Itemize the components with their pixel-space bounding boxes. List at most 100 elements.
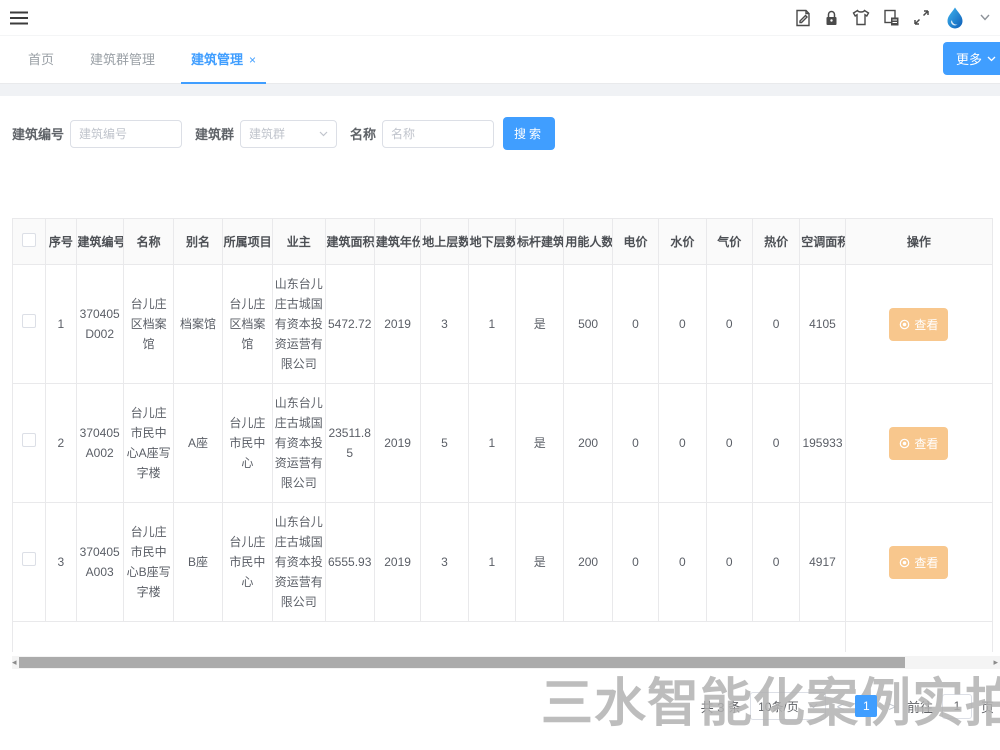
building-group-select[interactable]: 建筑群 [240,120,337,148]
name-label: 名称 [350,124,376,143]
table-cell: 1 [468,384,515,503]
column-header: 名称 [123,219,173,265]
table-cell: 山东台儿庄古城国有资本投资运营有限公司 [273,384,325,503]
scrollbar-thumb[interactable] [19,657,905,668]
next-page-button[interactable]: > [886,699,898,714]
tab-close-icon[interactable]: × [249,53,256,67]
row-checkbox[interactable] [22,314,36,328]
table-cell: 0 [659,503,706,622]
table-cell: 台儿庄区档案馆 [222,265,272,384]
building-no-label: 建筑编号 [12,124,64,143]
table-cell: 2 [46,384,76,503]
table-cell: 370405A003 [76,503,123,622]
page-size-select[interactable]: 10条/页 [750,692,826,720]
tab-building-group[interactable]: 建筑群管理 [72,49,173,83]
table-cell: A座 [174,384,222,503]
select-all-checkbox[interactable] [22,233,36,247]
name-input[interactable] [382,120,494,148]
app-logo-icon[interactable] [943,6,967,30]
table-cell: 台儿庄区档案馆 [123,265,173,384]
search-form: 建筑编号 建筑群 建筑群 名称 搜索 [12,117,1000,150]
scroll-left-icon[interactable]: ◂ [12,656,17,669]
table-cell: 5472.72 [325,265,374,384]
row-actions-cell: 查看 [845,384,992,503]
table-cell: 台儿庄市民中心 [222,384,272,503]
horizontal-scrollbar[interactable]: ◂ ▸ [12,656,1000,669]
row-checkbox[interactable] [22,552,36,566]
table-cell: 23511.85 [325,384,374,503]
table-cell: 3 [421,265,468,384]
table-cell: 台儿庄市民中心A座写字楼 [123,384,173,503]
table-cell: 1 [468,503,515,622]
tab-label: 首页 [28,52,54,67]
tab-label: 建筑管理 [191,52,243,67]
total-count-label: 共 3 条 [701,697,741,716]
column-header: 地上层数 [421,219,468,265]
fullscreen-icon[interactable] [913,9,930,26]
table-cell: 4917 [800,503,845,622]
more-button[interactable]: 更多 [943,42,1000,75]
building-group-label: 建筑群 [195,124,234,143]
goto-unit-label: 页 [981,697,994,716]
page-size-label: 10条/页 [758,698,799,715]
chevron-down-icon [809,703,818,709]
table-cell: 200 [564,384,612,503]
column-header: 序号 [46,219,76,265]
column-header: 水价 [659,219,706,265]
table-row: 3370405A003台儿庄市民中心B座写字楼B座台儿庄市民中心山东台儿庄古城国… [13,503,993,622]
table-cell: 台儿庄市民中心B座写字楼 [123,503,173,622]
view-button[interactable]: 查看 [889,427,948,460]
table-cell: 0 [706,384,752,503]
table-cell: 4105 [800,265,845,384]
column-header: 别名 [174,219,222,265]
table-cell: 370405A002 [76,384,123,503]
menu-icon[interactable] [10,11,28,25]
table-cell: 0 [706,265,752,384]
scroll-right-icon[interactable]: ▸ [993,656,998,669]
theme-shirt-icon[interactable] [852,9,870,26]
table-cell: 6555.93 [325,503,374,622]
table-cell: 0 [612,503,658,622]
view-button[interactable]: 查看 [889,546,948,579]
view-button-label: 查看 [914,316,938,333]
chevron-down-icon [319,131,328,137]
column-header: 所属项目 [222,219,272,265]
table-cell: 200 [564,503,612,622]
tab-bar: 首页 建筑群管理 建筑管理 × 更多 [0,36,1000,84]
row-checkbox[interactable] [22,433,36,447]
table-row: 2370405A002台儿庄市民中心A座写字楼A座台儿庄市民中心山东台儿庄古城国… [13,384,993,503]
column-header: 建筑编号 [76,219,123,265]
table-cell: 是 [516,503,564,622]
row-actions-cell: 查看 [845,265,992,384]
copy-icon[interactable] [883,9,900,27]
column-header: 用能人数 [564,219,612,265]
select-placeholder: 建筑群 [249,125,285,142]
column-header: 热价 [752,219,799,265]
view-button[interactable]: 查看 [889,308,948,341]
table-cell: 是 [516,384,564,503]
current-page-button[interactable]: 1 [855,695,877,717]
tab-building-management[interactable]: 建筑管理 × [173,49,274,83]
prev-page-button[interactable]: < [835,699,847,714]
table-cell: 3 [421,503,468,622]
goto-page-input[interactable] [942,694,972,719]
more-button-label: 更多 [956,49,982,68]
building-no-input[interactable] [70,120,182,148]
table-cell: 0 [706,503,752,622]
lock-icon[interactable] [824,9,839,27]
tab-label: 建筑群管理 [90,52,155,67]
view-button-label: 查看 [914,554,938,571]
search-button[interactable]: 搜索 [503,117,555,150]
table-filler [13,622,993,652]
select-all-header [13,219,46,265]
file-tool-icon[interactable] [795,9,811,27]
chevron-down-icon [987,56,996,62]
table-cell: 0 [752,503,799,622]
chevron-down-icon[interactable] [980,14,990,21]
tab-home[interactable]: 首页 [10,49,72,83]
table-cell: 1 [46,265,76,384]
table-cell: 0 [612,384,658,503]
table-cell: 500 [564,265,612,384]
column-header: 业主 [273,219,325,265]
column-header: 操作 [845,219,992,265]
